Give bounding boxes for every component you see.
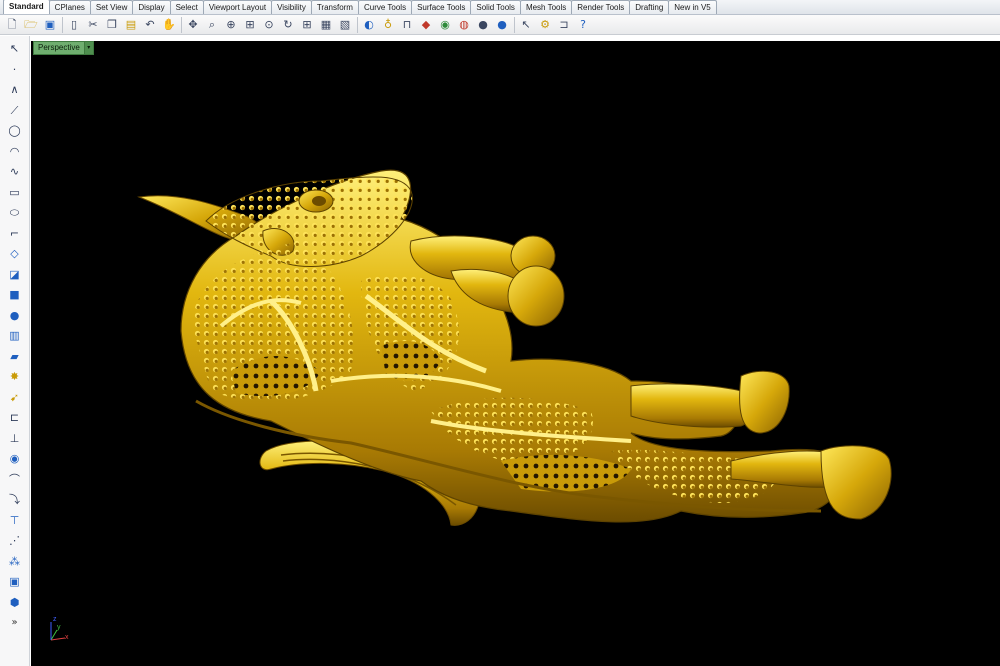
tab-drafting[interactable]: Drafting bbox=[629, 0, 670, 14]
display-mode-icon[interactable]: ◐ bbox=[361, 17, 377, 33]
text-icon[interactable]: ⁂ bbox=[6, 553, 24, 571]
fillet-icon[interactable]: ⌐ bbox=[6, 225, 24, 243]
rebuild-icon[interactable]: ⋰ bbox=[6, 532, 24, 550]
viewport-title-tab[interactable]: Perspective ▾ bbox=[33, 41, 94, 55]
more-tools-icon[interactable]: » bbox=[6, 614, 24, 632]
tab-render-tools[interactable]: Render Tools bbox=[571, 0, 631, 14]
open-file-icon[interactable]: 🗁 bbox=[23, 17, 39, 33]
offset-icon[interactable]: ⊤ bbox=[6, 512, 24, 530]
tab-display[interactable]: Display bbox=[132, 0, 171, 14]
explode-icon[interactable]: ✸ bbox=[6, 368, 24, 386]
bull-hoof-3 bbox=[739, 370, 790, 434]
mirror-icon[interactable]: ⊥ bbox=[6, 430, 24, 448]
zoom-selected-icon[interactable]: ⊙ bbox=[261, 17, 277, 33]
render-icon[interactable]: ◍ bbox=[456, 17, 472, 33]
tab-select[interactable]: Select bbox=[169, 0, 204, 14]
tab-mesh-tools[interactable]: Mesh Tools bbox=[519, 0, 573, 14]
main-left-toolbar: ↖ · ∧ ⟋ ◯ ◠ ∿ ▭ ⬭ ⌐ ◇ ◪ ■ ● ▥ ▰ ✸ ➹ ⊏ ⊥ … bbox=[0, 36, 30, 666]
toggle-icon[interactable]: ⊐ bbox=[556, 17, 572, 33]
toolbar-separator bbox=[357, 16, 358, 33]
four-viewports-icon[interactable]: ⊞ bbox=[299, 17, 315, 33]
split-icon[interactable]: ⤵ bbox=[6, 491, 24, 509]
toolbar-separator bbox=[514, 16, 515, 33]
zoom-extents-icon[interactable]: ⊞ bbox=[242, 17, 258, 33]
axis-y-label: y bbox=[57, 624, 61, 631]
tab-standard[interactable]: Standard bbox=[3, 0, 50, 14]
save-file-icon[interactable]: ▣ bbox=[42, 17, 58, 33]
new-file-icon[interactable]: 🗋 bbox=[4, 17, 20, 33]
rotate-3d-icon[interactable]: ↻ bbox=[280, 17, 296, 33]
standard-toolbar: 🗋 🗁 ▣ ▯ ✂ ❐ ▤ ↶ ✋ ✥ ⌕ ⊕ ⊞ ⊙ ↻ ⊞ ▦ ▧ ◐ ♁ … bbox=[0, 15, 1000, 35]
named-views-icon[interactable]: ▧ bbox=[337, 17, 353, 33]
tab-viewport-layout[interactable]: Viewport Layout bbox=[202, 0, 273, 14]
toolbar-separator bbox=[62, 16, 63, 33]
pan-hand-icon[interactable]: ✋ bbox=[161, 17, 177, 33]
lock-icon[interactable]: ⊓ bbox=[399, 17, 415, 33]
toolbar-separator bbox=[181, 16, 182, 33]
dimension-icon[interactable]: ◇ bbox=[6, 245, 24, 263]
surface-icon[interactable]: ◪ bbox=[6, 266, 24, 284]
light-bulb-icon[interactable]: ♁ bbox=[380, 17, 396, 33]
bull-model bbox=[137, 169, 892, 526]
cylinder-icon[interactable]: ▥ bbox=[6, 327, 24, 345]
zoom-window-icon[interactable]: ⌕ bbox=[204, 17, 220, 33]
sphere-icon[interactable]: ● bbox=[6, 307, 24, 325]
shaded-icon[interactable]: ● bbox=[475, 17, 491, 33]
arc-icon[interactable]: ◠ bbox=[6, 143, 24, 161]
tab-surface-tools[interactable]: Surface Tools bbox=[411, 0, 472, 14]
viewport-menu-arrow-icon[interactable]: ▾ bbox=[83, 42, 93, 54]
layer-icon[interactable]: ◆ bbox=[418, 17, 434, 33]
paste-icon[interactable]: ▤ bbox=[123, 17, 139, 33]
block-icon[interactable]: ▣ bbox=[6, 573, 24, 591]
bull-hoof-2 bbox=[507, 265, 565, 327]
undo-icon[interactable]: ↶ bbox=[142, 17, 158, 33]
settings-gear-icon[interactable]: ⚙ bbox=[537, 17, 553, 33]
world-axis-icon: x y z bbox=[41, 616, 71, 648]
viewport-model-render bbox=[137, 169, 892, 526]
viewport-title: Perspective bbox=[38, 43, 80, 52]
cut-icon[interactable]: ✂ bbox=[85, 17, 101, 33]
trim-icon[interactable]: ⌒ bbox=[6, 471, 24, 489]
transform-icon[interactable]: ➹ bbox=[6, 389, 24, 407]
toolbar-tab-strip: Standard CPlanes Set View Display Select… bbox=[0, 0, 1000, 15]
tab-new-in-v5[interactable]: New in V5 bbox=[668, 0, 717, 14]
tab-curve-tools[interactable]: Curve Tools bbox=[357, 0, 413, 14]
ellipse-icon[interactable]: ⬭ bbox=[6, 204, 24, 222]
tab-solid-tools[interactable]: Solid Tools bbox=[470, 0, 521, 14]
extrude-icon[interactable]: ▰ bbox=[6, 348, 24, 366]
pointer-icon[interactable]: ↖ bbox=[518, 17, 534, 33]
help-icon[interactable]: ? bbox=[575, 17, 591, 33]
new-document-icon[interactable]: ▯ bbox=[66, 17, 82, 33]
point-icon[interactable]: · bbox=[6, 61, 24, 79]
box-icon[interactable]: ■ bbox=[6, 286, 24, 304]
axis-x-label: x bbox=[65, 634, 69, 641]
perspective-viewport[interactable]: Perspective ▾ x y z bbox=[31, 41, 1000, 666]
boolean-icon[interactable]: ⊏ bbox=[6, 409, 24, 427]
solid-icon[interactable]: ⬢ bbox=[6, 594, 24, 612]
rectangle-icon[interactable]: ▭ bbox=[6, 184, 24, 202]
line-icon[interactable]: ⟋ bbox=[6, 102, 24, 120]
zoom-in-icon[interactable]: ⊕ bbox=[223, 17, 239, 33]
bull-back-leg-upper bbox=[630, 383, 753, 428]
color-wheel-icon[interactable]: ◉ bbox=[437, 17, 453, 33]
join-icon[interactable]: ◉ bbox=[6, 450, 24, 468]
copy-icon[interactable]: ❐ bbox=[104, 17, 120, 33]
polyline-icon[interactable]: ∧ bbox=[6, 81, 24, 99]
curve-icon[interactable]: ∿ bbox=[6, 163, 24, 181]
grid-icon[interactable]: ▦ bbox=[318, 17, 334, 33]
tab-cplanes[interactable]: CPlanes bbox=[48, 0, 91, 14]
tab-visibility[interactable]: Visibility bbox=[271, 0, 312, 14]
tab-set-view[interactable]: Set View bbox=[89, 0, 134, 14]
tab-transform[interactable]: Transform bbox=[310, 0, 359, 14]
circle-icon[interactable]: ◯ bbox=[6, 122, 24, 140]
axis-z-label: z bbox=[53, 616, 57, 623]
select-arrow-icon[interactable]: ↖ bbox=[6, 40, 24, 58]
bull-hoof-4 bbox=[820, 445, 892, 520]
rotate-view-icon[interactable]: ✥ bbox=[185, 17, 201, 33]
sphere-render-icon[interactable]: ● bbox=[494, 17, 510, 33]
